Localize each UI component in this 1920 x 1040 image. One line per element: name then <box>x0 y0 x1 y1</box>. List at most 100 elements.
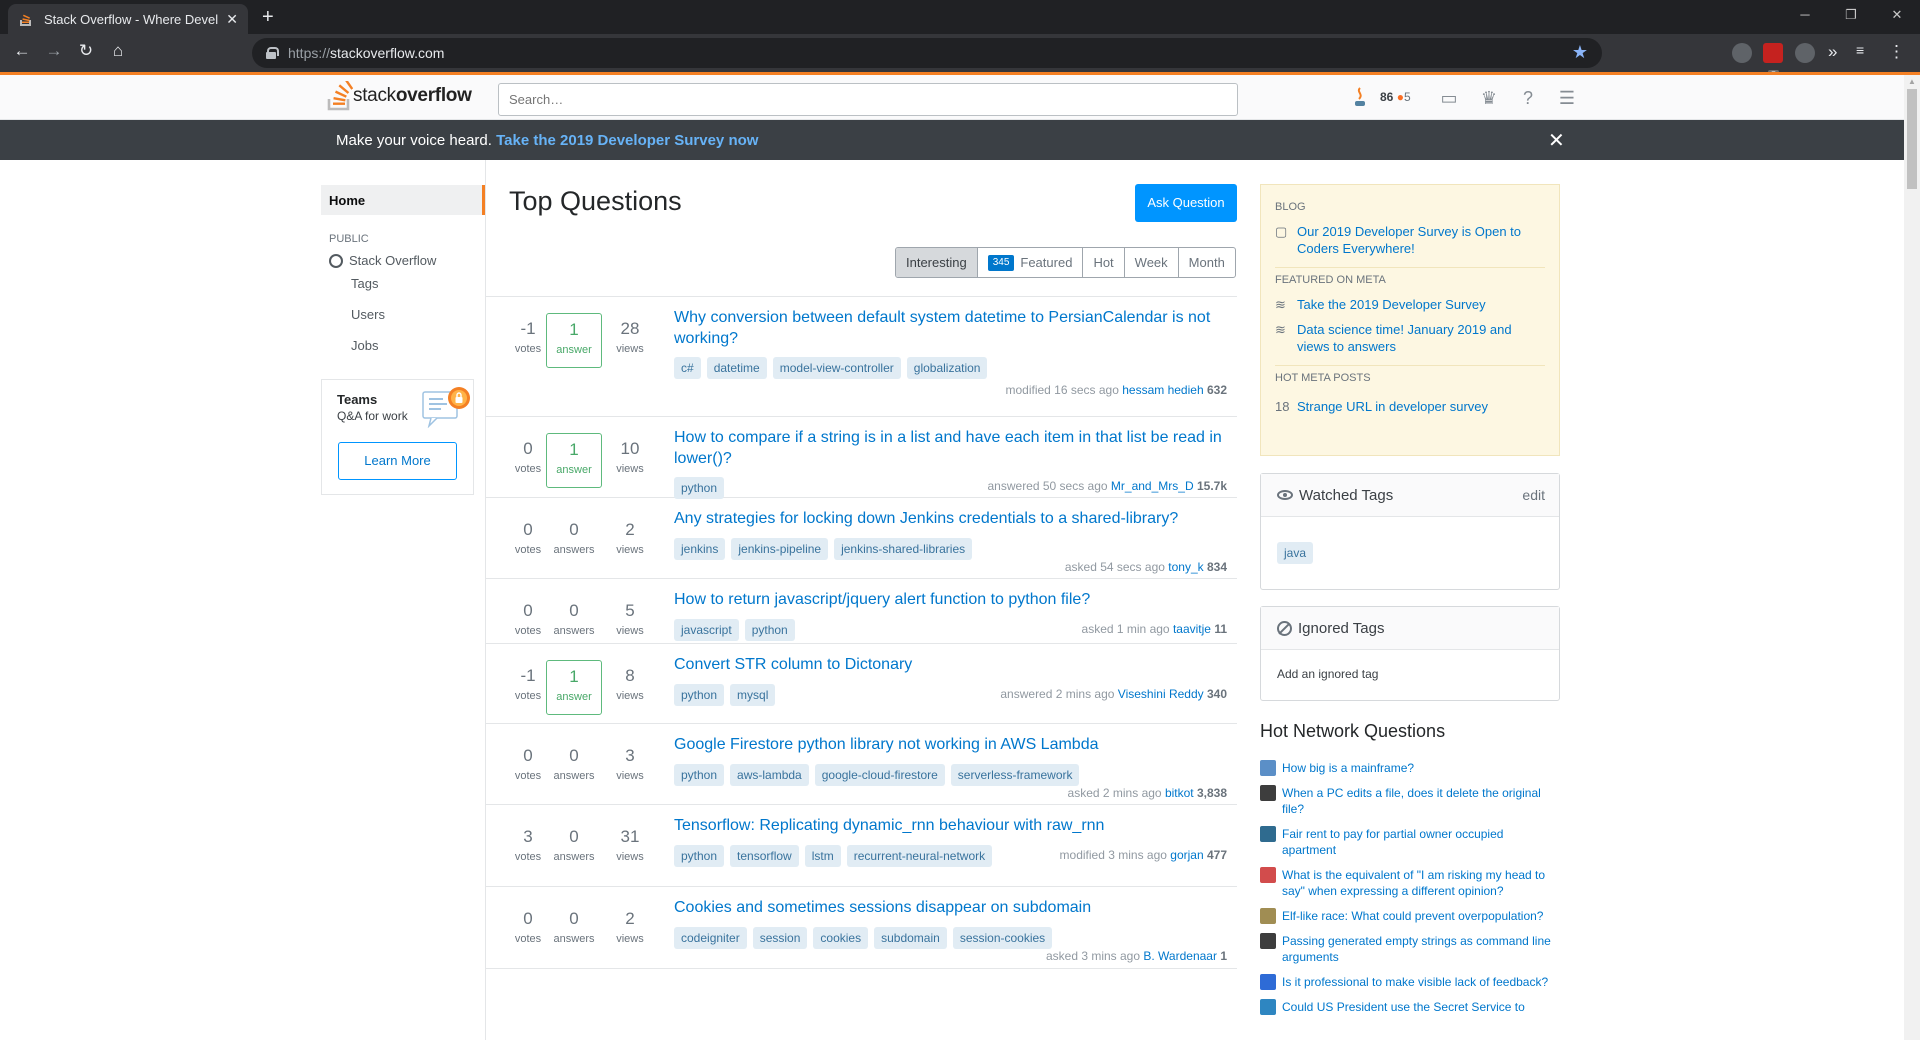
help-icon[interactable]: ? <box>1517 87 1539 109</box>
question-title-link[interactable]: How to return javascript/jquery alert fu… <box>674 589 1229 610</box>
user-link[interactable]: Viseshini Reddy <box>1118 687 1204 701</box>
hot-network-question[interactable]: Passing generated empty strings as comma… <box>1260 933 1560 965</box>
achievements-trophy-icon[interactable]: ♛ <box>1478 87 1500 109</box>
tag[interactable]: tensorflow <box>730 845 799 867</box>
ublock-icon[interactable] <box>1763 43 1783 63</box>
page-scrollbar[interactable]: ▲ <box>1904 75 1920 1040</box>
ask-question-button[interactable]: Ask Question <box>1135 184 1237 222</box>
question-title-link[interactable]: Why conversion between default system da… <box>674 307 1229 349</box>
extensions-overflow-icon[interactable]: » <box>1828 42 1837 62</box>
nav-tags[interactable]: Tags <box>351 268 485 299</box>
hot-network-question[interactable]: Elf-like race: What could prevent overpo… <box>1260 908 1560 924</box>
tag[interactable]: globalization <box>906 357 988 379</box>
tag[interactable]: session-cookies <box>952 927 1053 949</box>
question-row: -1 votes 1 answer 8 views Convert STR co… <box>486 644 1237 724</box>
tag[interactable]: lstm <box>804 845 841 867</box>
window-close-icon[interactable]: ✕ <box>1874 0 1920 30</box>
user-link[interactable]: Mr_and_Mrs_D <box>1111 479 1194 493</box>
watched-tag[interactable]: java <box>1277 542 1314 564</box>
tag[interactable]: python <box>674 845 725 867</box>
tag[interactable]: python <box>674 764 725 786</box>
tab-close-icon[interactable]: ✕ <box>226 11 238 28</box>
survey-link[interactable]: Take the 2019 Developer Survey now <box>496 132 758 149</box>
tag[interactable]: javascript <box>674 619 739 641</box>
tag[interactable]: jenkins <box>674 538 726 560</box>
tag[interactable]: google-cloud-firestore <box>814 764 945 786</box>
tag[interactable]: subdomain <box>874 927 947 949</box>
meta-item[interactable]: ≋ Data science time! January 2019 and vi… <box>1275 321 1545 355</box>
nav-users[interactable]: Users <box>351 299 485 330</box>
extension-icon[interactable] <box>1732 43 1752 63</box>
tab-month[interactable]: Month <box>1177 248 1235 277</box>
browser-tab[interactable]: Stack Overflow - Where Develope ✕ <box>8 4 248 34</box>
user-link[interactable]: bitkot <box>1165 786 1194 800</box>
home-icon[interactable]: ⌂ <box>106 41 130 61</box>
search-input[interactable] <box>498 83 1238 116</box>
tag[interactable]: datetime <box>706 357 767 379</box>
question-title-link[interactable]: Cookies and sometimes sessions disappear… <box>674 897 1229 918</box>
tag[interactable]: python <box>744 619 795 641</box>
tab-interesting[interactable]: Interesting <box>896 248 977 277</box>
bookmark-star-icon[interactable]: ★ <box>1572 42 1588 63</box>
tab-featured[interactable]: 345 Featured <box>976 248 1083 277</box>
hot-network-question[interactable]: Is it professional to make visible lack … <box>1260 974 1560 990</box>
reload-icon[interactable]: ↻ <box>74 41 98 61</box>
nav-home[interactable]: Home <box>321 185 485 215</box>
tag[interactable]: cookies <box>813 927 869 949</box>
tag[interactable]: python <box>674 477 725 499</box>
nav-jobs[interactable]: Jobs <box>351 330 485 361</box>
user-link[interactable]: tony_k <box>1168 560 1203 574</box>
new-tab-icon[interactable]: + <box>262 6 274 29</box>
hot-network-question[interactable]: How big is a mainframe? <box>1260 760 1560 776</box>
site-switcher-icon[interactable]: ☰ <box>1556 87 1578 109</box>
tag[interactable]: python <box>674 684 725 706</box>
minimize-icon[interactable]: ─ <box>1782 0 1828 30</box>
question-title-link[interactable]: Any strategies for locking down Jenkins … <box>674 508 1229 529</box>
hot-network-question[interactable]: When a PC edits a file, does it delete t… <box>1260 785 1560 817</box>
tag[interactable]: jenkins-pipeline <box>731 538 829 560</box>
tag[interactable]: recurrent-neural-network <box>846 845 993 867</box>
question-title-link[interactable]: Convert STR column to Dictonary <box>674 654 1229 675</box>
user-avatar[interactable] <box>1352 87 1368 109</box>
hot-network-question[interactable]: Fair rent to pay for partial owner occup… <box>1260 826 1560 858</box>
question-title-link[interactable]: Google Firestore python library not work… <box>674 734 1229 755</box>
question-title-link[interactable]: Tensorflow: Replicating dynamic_rnn beha… <box>674 815 1229 836</box>
tag[interactable]: aws-lambda <box>730 764 809 786</box>
tab-hot[interactable]: Hot <box>1082 248 1123 277</box>
edit-watched-link[interactable]: edit <box>1522 487 1545 503</box>
nav-stack-overflow[interactable]: Stack Overflow <box>329 253 485 268</box>
inbox-icon[interactable]: ▭ <box>1438 87 1460 109</box>
tag[interactable]: c# <box>674 357 701 379</box>
address-bar[interactable]: https://stackoverflow.com ★ <box>252 38 1602 68</box>
answer-count: 0 answers <box>553 601 595 637</box>
user-link[interactable]: B. Wardenaar <box>1143 949 1217 963</box>
hot-network-question[interactable]: Could US President use the Secret Servic… <box>1260 999 1560 1015</box>
tag[interactable]: mysql <box>730 684 776 706</box>
tag[interactable]: jenkins-shared-libraries <box>834 538 973 560</box>
user-link[interactable]: hessam hedieh <box>1122 383 1203 397</box>
tag[interactable]: model-view-controller <box>772 357 901 379</box>
user-link[interactable]: gorjan <box>1170 848 1203 862</box>
cast-icon[interactable]: ≡ <box>1856 42 1864 58</box>
learn-more-button[interactable]: Learn More <box>338 442 457 480</box>
meta-item[interactable]: ≋ Take the 2019 Developer Survey <box>1275 296 1545 313</box>
question-title-link[interactable]: How to compare if a string is in a list … <box>674 427 1229 469</box>
add-ignored-tag-link[interactable]: Add an ignored tag <box>1261 650 1559 698</box>
blog-item[interactable]: ▢ Our 2019 Developer Survey is Open to C… <box>1275 223 1545 257</box>
extension-icon[interactable] <box>1795 43 1815 63</box>
hot-meta-item[interactable]: 18 Strange URL in developer survey <box>1275 398 1545 415</box>
hot-network-question[interactable]: What is the equivalent of "I am risking … <box>1260 867 1560 899</box>
tag[interactable]: session <box>752 927 808 949</box>
user-link[interactable]: taavitje <box>1173 622 1211 636</box>
tag[interactable]: codeigniter <box>674 927 747 949</box>
scroll-up-icon[interactable]: ▲ <box>1908 77 1916 86</box>
site-logo[interactable]: stackoverflow <box>327 81 472 111</box>
tag[interactable]: serverless-framework <box>950 764 1080 786</box>
scroll-thumb[interactable] <box>1907 89 1917 189</box>
menu-icon[interactable]: ⋮ <box>1888 42 1905 62</box>
back-icon[interactable]: ← <box>10 41 34 61</box>
forward-icon[interactable]: → <box>42 41 66 61</box>
tab-week[interactable]: Week <box>1123 248 1178 277</box>
banner-close-icon[interactable]: ✕ <box>1548 128 1565 153</box>
maximize-icon[interactable]: ❐ <box>1828 0 1874 30</box>
